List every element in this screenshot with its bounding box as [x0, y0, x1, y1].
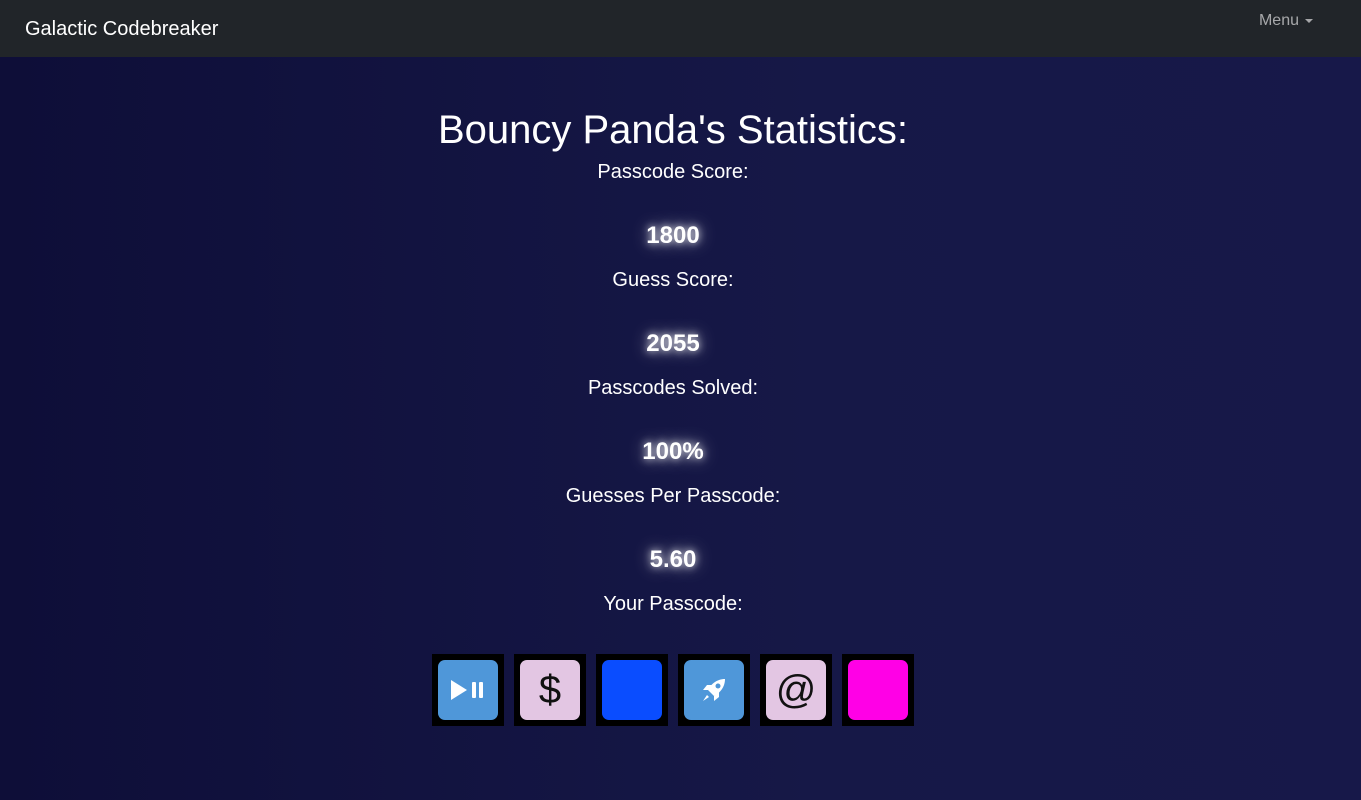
rocket-icon [684, 660, 744, 720]
passcode-tile [432, 654, 504, 726]
caret-down-icon [1305, 19, 1313, 23]
menu-dropdown-toggle[interactable]: Menu [1259, 12, 1313, 30]
stat-value: 2055 [646, 330, 700, 357]
passcode-tile [678, 654, 750, 726]
stat-label: Guesses Per Passcode: [565, 485, 781, 507]
stat-passcode-score: Passcode Score: 1800 [0, 160, 1346, 250]
brand-link[interactable]: Galactic Codebreaker [25, 19, 218, 39]
passcode-tile [842, 654, 914, 726]
stat-passcodes-solved: Passcodes Solved: 100% [0, 376, 1346, 466]
passcode-tiles: $ @ [0, 654, 1346, 726]
blue-square [602, 660, 662, 720]
play-pause-icon [438, 660, 498, 720]
at-sign-icon: @ [766, 660, 826, 720]
passcode-tile: $ [514, 654, 586, 726]
stat-label: Passcodes Solved: [587, 377, 759, 399]
stat-label: Passcode Score: [597, 161, 749, 183]
top-navbar: Galactic Codebreaker Menu [0, 0, 1361, 57]
passcode-tile [596, 654, 668, 726]
stats-panel: Bouncy Panda's Statistics: Passcode Scor… [0, 57, 1346, 726]
page-title: Bouncy Panda's Statistics: [437, 108, 909, 152]
passcode-label: Your Passcode: [603, 593, 743, 615]
stat-value: 5.60 [649, 546, 697, 573]
stat-label: Guess Score: [612, 269, 734, 291]
magenta-square [848, 660, 908, 720]
passcode-tile: @ [760, 654, 832, 726]
stat-guess-score: Guess Score: 2055 [0, 268, 1346, 358]
menu-label: Menu [1258, 11, 1299, 29]
dollar-icon: $ [520, 660, 580, 720]
stat-guesses-per-passcode: Guesses Per Passcode: 5.60 [0, 484, 1346, 574]
stat-value: 1800 [646, 222, 700, 249]
stat-value: 100% [642, 438, 704, 465]
